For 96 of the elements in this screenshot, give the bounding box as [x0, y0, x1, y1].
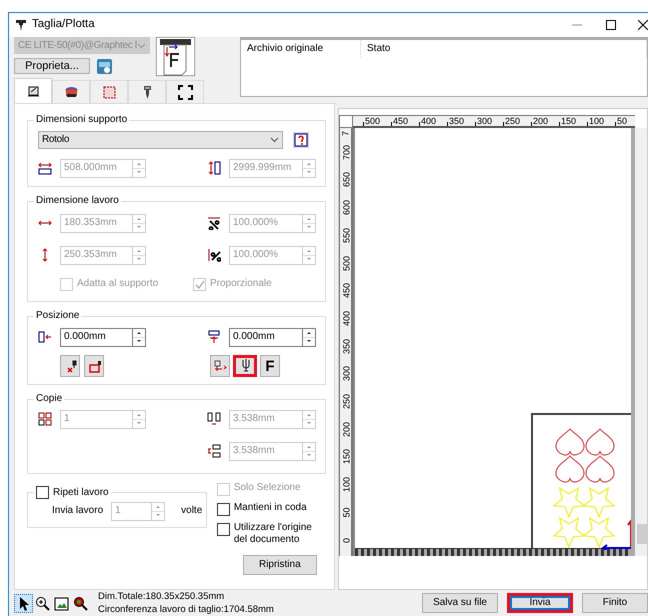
ruler-label: 100: [589, 117, 604, 126]
view-tool-button[interactable]: [14, 594, 33, 612]
move-origin-icon: [212, 358, 228, 374]
ruler-label: 200: [342, 420, 351, 439]
horizontal-percent-icon: [207, 216, 221, 230]
properties-button[interactable]: Proprieta...: [14, 58, 90, 74]
ruler-label: 350: [449, 117, 464, 126]
tool-button[interactable]: [84, 355, 104, 377]
star-shape: [582, 517, 616, 548]
left-margin-icon: [38, 330, 52, 344]
reset-button[interactable]: Ripristina: [242, 555, 317, 575]
vertical-gap-icon: [207, 444, 221, 458]
group-label: Dimensione lavoro: [35, 195, 120, 207]
zoom-in-icon: [35, 596, 50, 610]
ruler-label: 400: [342, 310, 351, 328]
status-text: Circonferenza lavoro di taglio:1704.58mm: [98, 603, 274, 616]
field-label: Invia lavoro: [52, 505, 104, 517]
checkbox-label[interactable]: Ripeti lavoro: [53, 486, 109, 498]
status-text: Dim.Totale:180.35x250.35mm: [98, 590, 226, 603]
ruler-label: 500: [342, 254, 351, 273]
dialog-button[interactable]: Invia: [507, 593, 573, 613]
maximize-icon[interactable]: [606, 20, 616, 30]
ruler-label: 450: [342, 282, 351, 300]
vertical-percent-icon: [207, 248, 221, 262]
tool-button[interactable]: [233, 355, 257, 377]
tab[interactable]: [14, 78, 52, 103]
font-button[interactable]: F: [260, 355, 280, 377]
bottom-margin-icon: [207, 330, 221, 344]
media-type-dropdown[interactable]: Rotolo: [38, 131, 283, 149]
ruler-label: 100: [342, 476, 351, 494]
window-title: Taglia/Plotta: [32, 18, 95, 32]
tab[interactable]: [52, 80, 90, 103]
ruler-label: 700: [342, 144, 351, 162]
ruler-label: 600: [342, 199, 351, 218]
ruler-label: 50: [342, 506, 351, 520]
checkbox[interactable]: [36, 486, 49, 499]
tab[interactable]: [128, 80, 166, 103]
checkbox-label[interactable]: Mantieni in coda: [234, 502, 307, 516]
checkbox[interactable]: [216, 523, 230, 536]
ruler-label: 150: [342, 448, 351, 466]
ruler-label: 7: [342, 130, 350, 138]
checkbox-label[interactable]: Utilizzare l'origine del documento: [234, 522, 326, 546]
chevron-down-icon: [270, 137, 279, 143]
group-label: Dimensioni supporto: [35, 114, 128, 126]
checkbox[interactable]: [216, 503, 230, 516]
heart-shape: [586, 456, 614, 482]
heart-shape: [556, 428, 584, 456]
ruler-label: 400: [421, 117, 436, 126]
ink-icon: [64, 84, 78, 100]
length-arrows-icon: [207, 161, 221, 175]
ruler-label: 300: [477, 117, 492, 126]
spin-buttons[interactable]: [132, 328, 146, 346]
chevron-down-icon: [137, 42, 146, 48]
width-arrows-icon: [38, 161, 52, 175]
ruler-label: 250: [342, 392, 351, 412]
help-icon[interactable]: [293, 132, 309, 148]
star-shape: [582, 487, 616, 518]
ruler-label: 300: [342, 365, 351, 384]
ruler-label: 150: [561, 117, 576, 126]
heart-shape: [556, 456, 584, 482]
tool-button[interactable]: [210, 355, 230, 377]
number-field[interactable]: 0.000mm: [60, 328, 132, 346]
star-shape: [552, 487, 586, 518]
printer-icon: [26, 84, 40, 98]
column-header[interactable]: Archivio originale: [241, 40, 361, 58]
corners-frame-icon: [178, 84, 192, 100]
vertical-scrollbar[interactable]: [635, 128, 647, 556]
tab[interactable]: [166, 80, 204, 103]
origin-arrows-icon: [600, 518, 631, 550]
ruler-label: 450: [393, 117, 408, 126]
ruler-label: 0: [342, 536, 351, 545]
dialog-button[interactable]: Finito: [582, 593, 648, 613]
ruler-label: 50: [617, 117, 628, 126]
picture-icon: [54, 596, 69, 610]
ruler-label: 550: [342, 226, 351, 245]
ruler-label: 650: [342, 171, 351, 190]
ruler-label: 350: [342, 338, 351, 356]
close-icon[interactable]: [638, 20, 648, 30]
ruler-label: 200: [533, 117, 548, 126]
heart-shape: [586, 428, 614, 456]
spin-buttons[interactable]: [302, 328, 316, 346]
ruler-label: 250: [505, 117, 520, 126]
group-label: Posizione: [35, 310, 80, 322]
dialog-button[interactable]: Salva su file: [422, 593, 498, 613]
copies-grid-icon: [38, 412, 52, 426]
zoom-fit-icon: [73, 596, 88, 610]
column-header[interactable]: Stato: [361, 40, 647, 58]
horizontal-gap-icon: [207, 412, 221, 426]
unit-label: volte: [181, 505, 202, 517]
tool-button[interactable]: [60, 355, 80, 377]
group-label: Copie: [35, 393, 64, 405]
plotter-icon: [15, 18, 27, 32]
number-field[interactable]: 0.000mm: [229, 328, 302, 346]
dotted-frame-icon: [102, 84, 116, 100]
ruler-label: 500: [365, 117, 380, 126]
star-shape: [552, 517, 586, 548]
